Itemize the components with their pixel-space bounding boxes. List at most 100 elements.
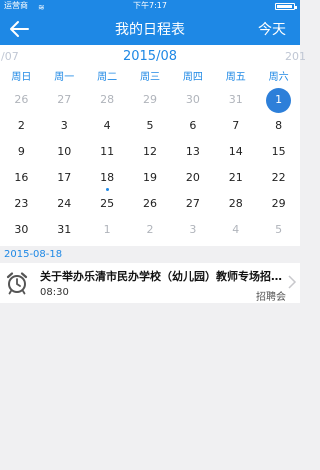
week-row: 16 17 18 19 20 21 22 xyxy=(0,165,300,191)
day-number: 31 xyxy=(228,93,243,106)
day-cell[interactable]: 31 xyxy=(43,217,86,243)
day-cell[interactable]: 27 xyxy=(171,191,214,217)
day-number: 25 xyxy=(100,197,115,210)
app-header: 运营商 ≋ 下午7:17 我的日程表 今天 xyxy=(0,0,300,45)
day-number: 31 xyxy=(57,223,72,236)
day-cell[interactable]: 14 xyxy=(214,139,257,165)
day-cell[interactable]: 1 xyxy=(86,217,129,243)
calendar: 5/07 2015/08 201 周日 周一 周二 周三 周四 周五 周六 26… xyxy=(0,45,306,246)
day-cell[interactable]: 10 xyxy=(43,139,86,165)
day-cell[interactable]: 5 xyxy=(257,217,300,243)
day-number: 15 xyxy=(271,145,286,158)
day-cell[interactable]: 20 xyxy=(171,165,214,191)
day-cell[interactable]: 19 xyxy=(129,165,172,191)
event-item[interactable]: 关于举办乐清市民办学校（幼儿园）教师专场招聘会的通知 08:30 招聘会 xyxy=(0,263,300,303)
day-cell[interactable]: 24 xyxy=(43,191,86,217)
day-number: 4 xyxy=(103,119,111,132)
day-number: 22 xyxy=(271,171,286,184)
day-number: 7 xyxy=(232,119,240,132)
day-cell[interactable]: 26 xyxy=(129,191,172,217)
weekday-label: 周五 xyxy=(225,72,246,83)
current-month-label: 2015/08 xyxy=(122,49,177,64)
day-cell[interactable]: 28 xyxy=(86,87,129,113)
day-grid: 26 27 28 29 30 31 1 2 3 4 5 6 7 8 9 10 11 12 13 14 15 16 17 18 1… xyxy=(0,87,300,243)
day-number: 28 xyxy=(100,93,115,106)
day-number: 12 xyxy=(143,145,157,158)
day-number: 17 xyxy=(57,171,72,184)
day-number: 11 xyxy=(100,145,115,158)
day-cell[interactable]: 29 xyxy=(129,87,172,113)
day-cell[interactable]: 22 xyxy=(257,165,300,191)
day-cell[interactable]: 23 xyxy=(0,191,43,217)
day-cell[interactable]: 2 xyxy=(0,113,43,139)
day-cell[interactable]: 27 xyxy=(43,87,86,113)
day-cell[interactable]: 31 xyxy=(214,87,257,113)
status-bar: 运营商 ≋ 下午7:17 xyxy=(0,0,300,12)
day-cell[interactable]: 21 xyxy=(214,165,257,191)
day-number: 21 xyxy=(228,171,243,184)
day-number: 3 xyxy=(189,223,197,236)
day-cell-selected[interactable]: 1 xyxy=(257,87,300,113)
day-number: 2 xyxy=(17,119,25,132)
day-number: 1 xyxy=(275,93,283,106)
day-cell[interactable]: 2 xyxy=(129,217,172,243)
day-cell[interactable]: 3 xyxy=(171,217,214,243)
event-date-label: 2015-08-18 xyxy=(4,249,63,260)
day-number: 5 xyxy=(146,119,154,132)
day-cell[interactable]: 6 xyxy=(171,113,214,139)
day-number: 8 xyxy=(275,119,283,132)
day-number: 26 xyxy=(143,197,157,210)
today-button[interactable]: 今天 xyxy=(258,19,286,39)
day-cell[interactable]: 4 xyxy=(214,217,257,243)
day-cell[interactable]: 7 xyxy=(214,113,257,139)
week-row: 9 10 11 12 13 14 15 xyxy=(0,139,300,165)
nav-bar: 我的日程表 今天 xyxy=(0,12,300,45)
weekday-label: 周六 xyxy=(268,72,289,83)
day-cell[interactable]: 28 xyxy=(214,191,257,217)
alarm-clock-icon xyxy=(6,272,28,295)
day-number: 9 xyxy=(17,145,25,158)
event-time: 08:30 xyxy=(40,287,69,298)
day-cell[interactable]: 17 xyxy=(43,165,86,191)
event-tag: 招聘会 xyxy=(256,292,286,303)
day-cell[interactable]: 11 xyxy=(86,139,129,165)
day-cell[interactable]: 30 xyxy=(0,217,43,243)
day-cell[interactable]: 4 xyxy=(86,113,129,139)
status-time: 下午7:17 xyxy=(133,1,167,10)
day-number: 29 xyxy=(271,197,286,210)
battery-icon xyxy=(275,3,297,10)
day-number: 19 xyxy=(143,171,157,184)
day-number: 27 xyxy=(57,93,72,106)
day-cell[interactable]: 5 xyxy=(129,113,172,139)
day-number: 2 xyxy=(146,223,154,236)
day-cell[interactable]: 26 xyxy=(0,87,43,113)
weekday-label: 周日 xyxy=(11,72,32,83)
day-cell[interactable]: 15 xyxy=(257,139,300,165)
day-cell[interactable]: 25 xyxy=(86,191,129,217)
day-number: 28 xyxy=(228,197,243,210)
day-number: 13 xyxy=(185,145,200,158)
day-number: 27 xyxy=(185,197,200,210)
day-number: 14 xyxy=(228,145,243,158)
day-number: 26 xyxy=(14,93,29,106)
day-cell[interactable]: 16 xyxy=(0,165,43,191)
weekday-header: 周日 周一 周二 周三 周四 周五 周六 xyxy=(0,68,300,87)
day-cell[interactable]: 9 xyxy=(0,139,43,165)
day-number: 23 xyxy=(14,197,29,210)
day-cell[interactable]: 12 xyxy=(129,139,172,165)
day-cell[interactable]: 18 xyxy=(86,165,129,191)
weekday-label: 周一 xyxy=(54,72,75,83)
day-cell[interactable]: 3 xyxy=(43,113,86,139)
next-month-label[interactable]: 201 xyxy=(285,50,306,63)
day-number: 16 xyxy=(14,171,29,184)
day-cell[interactable]: 13 xyxy=(171,139,214,165)
day-cell[interactable]: 30 xyxy=(171,87,214,113)
day-cell[interactable]: 8 xyxy=(257,113,300,139)
day-number: 20 xyxy=(185,171,200,184)
day-number: 29 xyxy=(143,93,157,106)
day-number: 10 xyxy=(57,145,72,158)
day-cell[interactable]: 29 xyxy=(257,191,300,217)
day-number: 6 xyxy=(189,119,197,132)
day-number: 3 xyxy=(60,119,68,132)
day-number: 24 xyxy=(57,197,72,210)
